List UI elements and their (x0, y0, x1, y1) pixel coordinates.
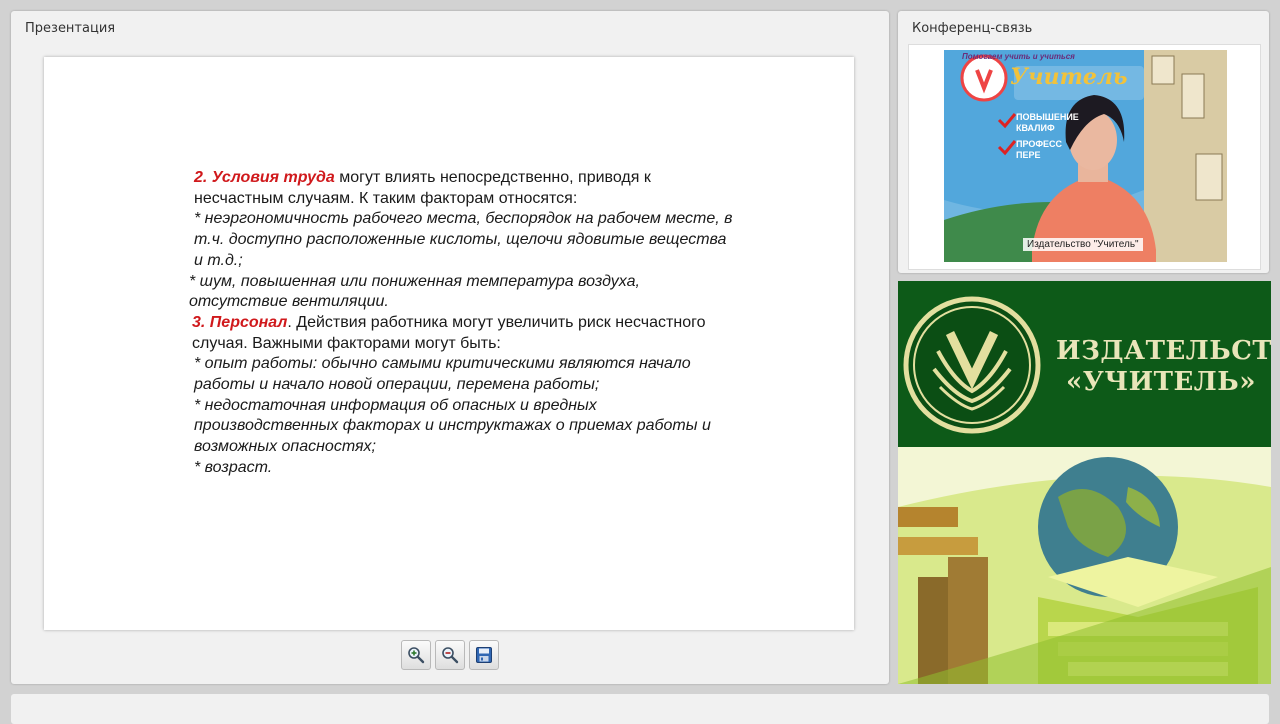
publisher-banner: ИЗДАТЕЛЬСТВО «УЧИТЕЛЬ» (898, 281, 1271, 684)
publisher-banner-image (898, 447, 1271, 684)
publisher-name: ИЗДАТЕЛЬСТВО «УЧИТЕЛЬ» (1056, 336, 1271, 398)
slide-item: * недостаточная информация об опасных и … (194, 396, 711, 456)
slide-item: * опыт работы: обычно самыми критическим… (194, 355, 691, 394)
publisher-logo-icon (903, 296, 1041, 434)
zoom-out-button[interactable] (435, 640, 465, 670)
video-banner-line-1: ПОВЫШЕНИЕ КВАЛИФ (1016, 112, 1079, 133)
slide-item: * шум, повышенная или пониженная темпера… (189, 272, 640, 311)
slide-paragraph-2: 3. Персонал. Действия работника могут ув… (192, 313, 734, 354)
slide: 2. Условия труда могут влиять непосредст… (44, 57, 854, 630)
presentation-title: Презентация (25, 21, 116, 36)
books-globe-image (898, 447, 1271, 684)
conference-panel: Конференц-связь Помогаем учить и учиться… (898, 11, 1269, 273)
video-banner-slogan: Помогаем учить и учиться (962, 52, 1075, 61)
zoom-in-button[interactable] (401, 640, 431, 670)
video-participant-label: Издательство "Учитель" (1023, 238, 1143, 251)
video-banner-line-2: ПРОФЕСС ПЕРЕ (1016, 139, 1063, 160)
conference-title: Конференц-связь (912, 21, 1033, 36)
slide-heading-conditions: 2. Условия труда (194, 169, 335, 186)
slide-paragraph-1: 2. Условия труда могут влиять непосредст… (194, 168, 734, 209)
slide-item: * неэргономичность рабочего места, беспо… (194, 210, 733, 269)
presentation-panel: Презентация 2. Условия труда могут влият… (11, 11, 889, 684)
save-button[interactable] (469, 640, 499, 670)
save-icon (476, 647, 492, 663)
zoom-out-icon (442, 647, 459, 664)
video-feed[interactable]: Помогаем учить и учиться Учитель ПОВЫШЕН… (944, 50, 1227, 262)
zoom-in-icon (408, 647, 425, 664)
video-banner-logo-text: Учитель (1010, 64, 1128, 90)
slide-content: 2. Условия труда могут влиять непосредст… (189, 168, 734, 479)
publisher-name-line-1: ИЗДАТЕЛЬСТВО (1056, 336, 1271, 366)
slide-heading-personnel: 3. Персонал (192, 313, 288, 331)
slide-item: * возраст. (194, 458, 273, 476)
publisher-banner-top: ИЗДАТЕЛЬСТВО «УЧИТЕЛЬ» (898, 281, 1271, 447)
publisher-name-line-2: «УЧИТЕЛЬ» (1065, 367, 1257, 397)
